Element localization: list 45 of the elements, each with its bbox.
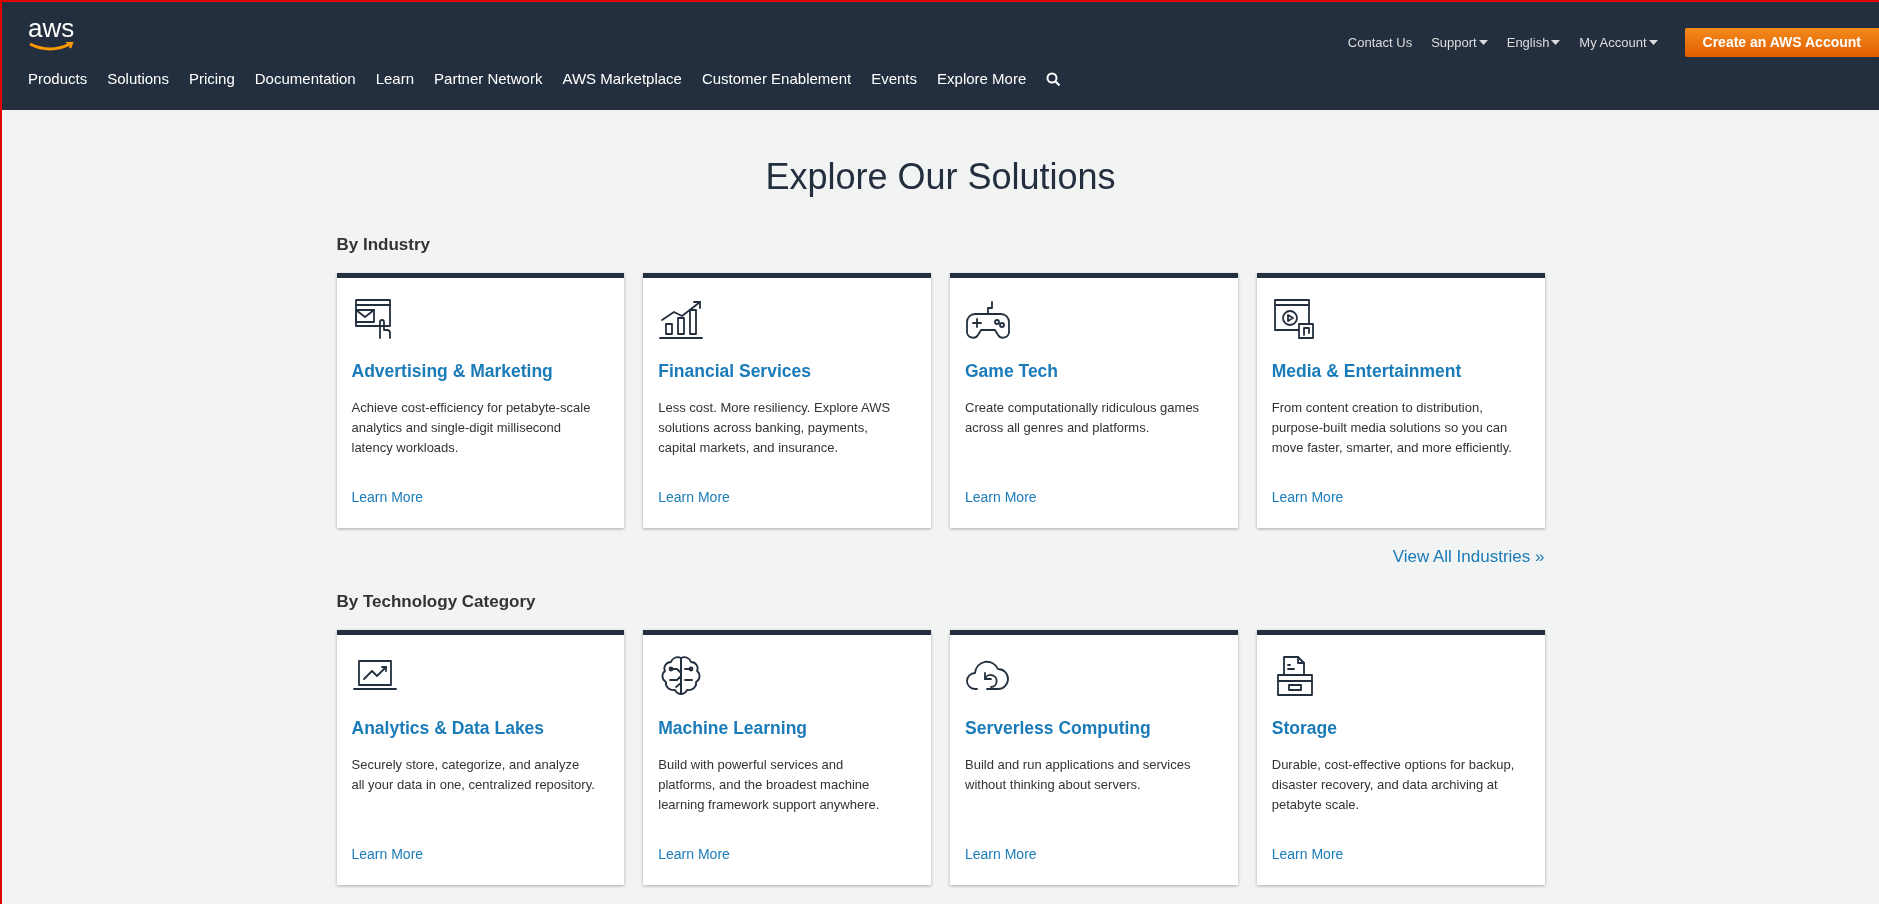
nav-link[interactable]: Pricing bbox=[188, 68, 235, 91]
learn-more-link[interactable]: Learn More bbox=[965, 843, 1223, 865]
card-title-link[interactable]: Storage bbox=[1271, 714, 1530, 741]
header-link[interactable]: Support bbox=[1431, 32, 1488, 53]
header-link[interactable]: My Account bbox=[1579, 32, 1658, 53]
card-description: From content creation to distribution, purpose-built media solutions so you can move faster, smarter, and more efficiently. bbox=[1271, 398, 1513, 457]
section-heading: By Technology Category bbox=[336, 591, 537, 613]
nav-link[interactable]: Products bbox=[28, 68, 88, 91]
learn-more-link[interactable]: Learn More bbox=[1271, 486, 1530, 508]
nav-link[interactable]: Learn bbox=[375, 68, 415, 91]
learn-more-link[interactable]: Learn More bbox=[965, 486, 1223, 508]
nav-link[interactable]: Documentation bbox=[254, 68, 356, 91]
nav-link[interactable]: AWS Marketplace bbox=[562, 68, 682, 91]
card-title-link[interactable]: Game Tech bbox=[965, 357, 1223, 384]
search-icon[interactable] bbox=[1046, 71, 1062, 87]
card-title-link[interactable]: Advertising & Marketing bbox=[351, 357, 610, 384]
header-link[interactable]: Contact Us bbox=[1347, 32, 1413, 53]
card-description: Durable, cost-effective options for backup, disaster recovery, and data archiving at petabyte scale. bbox=[1271, 755, 1516, 814]
section-heading: By Industry bbox=[336, 234, 432, 256]
header-link[interactable]: English bbox=[1506, 32, 1561, 53]
nav-link[interactable]: Solutions bbox=[107, 68, 169, 91]
card-description: Create computationally ridiculous games across all genres and platforms. bbox=[965, 398, 1201, 437]
card-title-link[interactable]: Media & Entertainment bbox=[1271, 357, 1530, 384]
card-description: Less cost. More resiliency. Explore AWS solutions across banking, payments, capital markets, and insurance. bbox=[658, 398, 892, 457]
create-account-button[interactable]: Create an AWS Account bbox=[1684, 28, 1879, 57]
learn-more-link[interactable]: Learn More bbox=[658, 486, 916, 508]
learn-more-link[interactable]: Learn More bbox=[351, 486, 610, 508]
card-title-link[interactable]: Machine Learning bbox=[658, 714, 916, 741]
card-title-link[interactable]: Serverless Computing bbox=[965, 714, 1223, 741]
nav-link[interactable]: Partner Network bbox=[434, 68, 543, 91]
card-title-link[interactable]: Analytics & Data Lakes bbox=[351, 714, 610, 741]
card-description: Build and run applications and services without thinking about servers. bbox=[965, 755, 1192, 794]
learn-more-link[interactable]: Learn More bbox=[658, 843, 916, 865]
page-title: Explore Our Solutions bbox=[764, 155, 1117, 199]
card-description: Achieve cost-efficiency for petabyte-scale analytics and single-digit millisecond latency workloads. bbox=[351, 398, 592, 457]
nav-link[interactable]: Events bbox=[871, 68, 918, 91]
card-title-link[interactable]: Financial Services bbox=[658, 357, 916, 384]
learn-more-link[interactable]: Learn More bbox=[1271, 843, 1530, 865]
card-description: Build with powerful services and platforms, and the broadest machine learning framework support anywhere. bbox=[658, 755, 881, 814]
nav-link[interactable]: Customer Enablement bbox=[701, 68, 852, 91]
nav-link[interactable]: Explore More bbox=[937, 68, 1027, 91]
aws-logo[interactable]: aws bbox=[28, 14, 75, 52]
learn-more-link[interactable]: Learn More bbox=[351, 843, 610, 865]
card-description: Securely store, categorize, and analyze all your data in one, centralized repository. bbox=[351, 755, 596, 794]
view-all-link[interactable]: View All Industries » bbox=[1392, 543, 1545, 569]
